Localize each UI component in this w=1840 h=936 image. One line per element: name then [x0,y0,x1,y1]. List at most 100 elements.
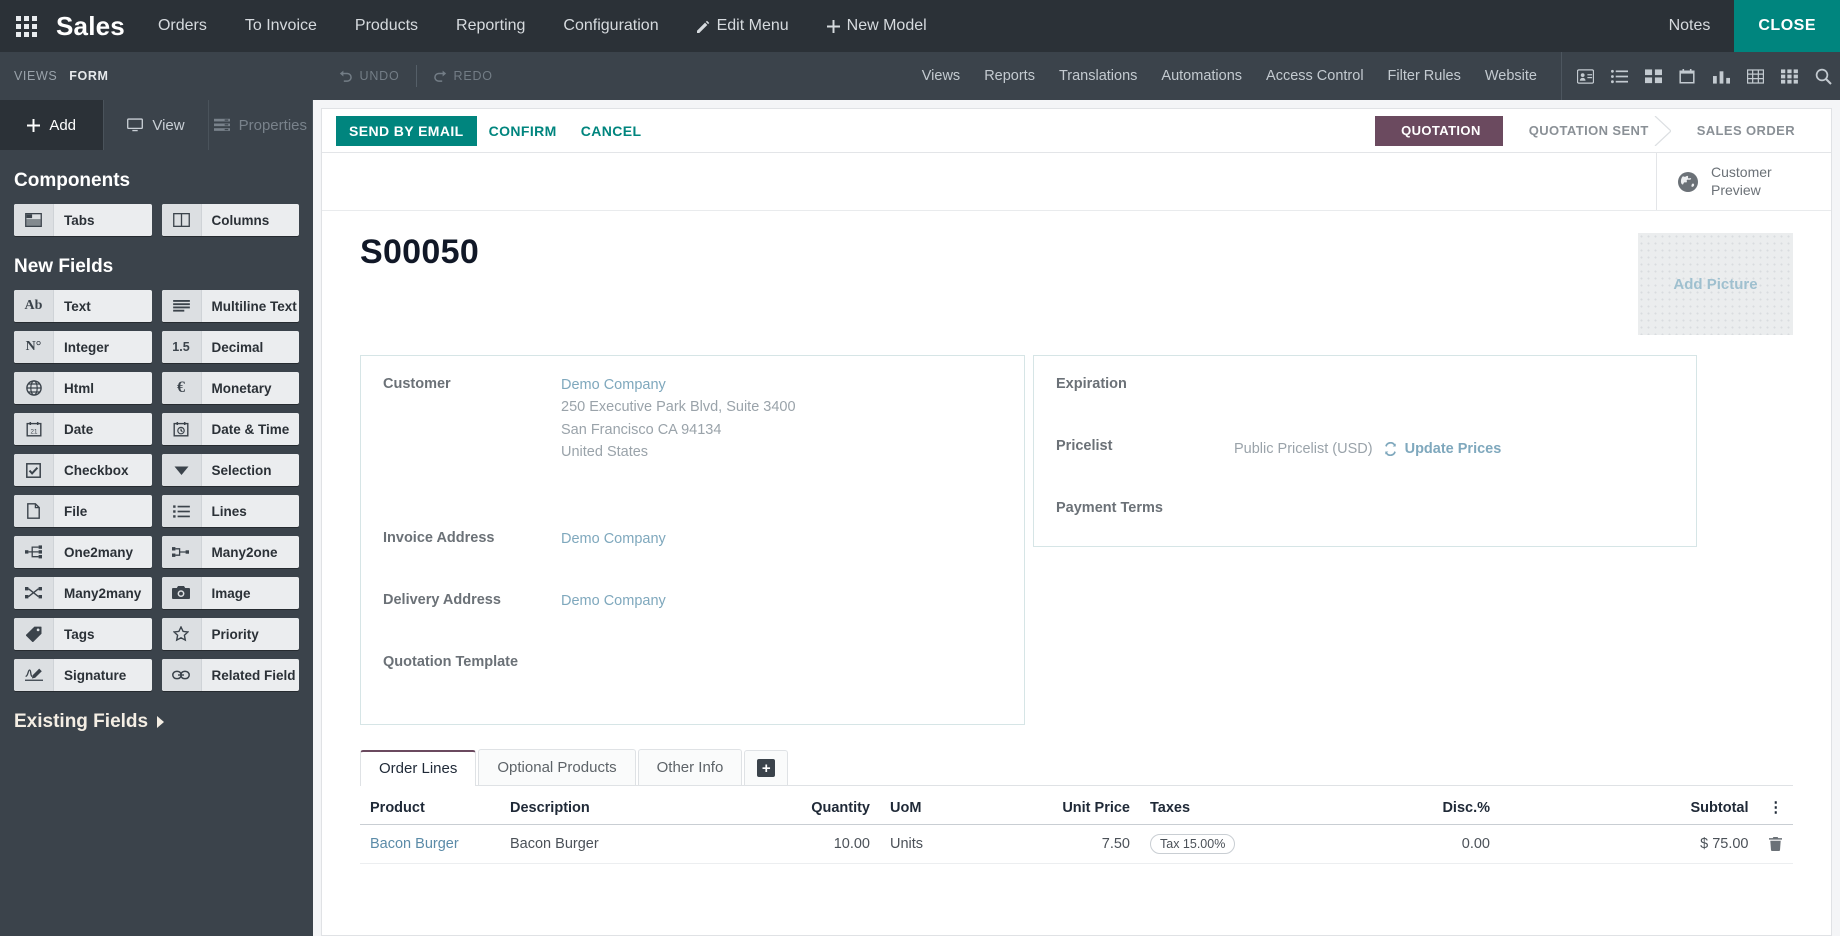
field-chip-multiline-text[interactable]: Multiline Text [161,290,299,322]
col-unit-price[interactable]: Unit Price [1010,792,1140,825]
cell-description[interactable]: Bacon Burger [500,824,750,864]
components-grid: Tabs Columns [14,204,299,236]
delivery-address-link[interactable]: Demo Company [561,593,666,609]
tax-badge[interactable]: Tax 15.00% [1150,834,1236,854]
redo-button[interactable]: REDO [417,69,509,83]
nav-item-configuration[interactable]: Configuration [544,0,677,52]
field-chip-image[interactable]: Image [161,577,299,609]
subbar-link-reports[interactable]: Reports [972,52,1047,100]
field-chip-text[interactable]: Ab Text [14,290,152,322]
tab-other-info[interactable]: Other Info [637,749,743,785]
cell-quantity[interactable]: 10.00 [750,824,880,864]
pricelist-value-text[interactable]: Public Pricelist (USD) [1234,438,1373,460]
trash-icon[interactable] [1758,824,1793,864]
subbar-link-automations[interactable]: Automations [1149,52,1254,100]
field-chip-checkbox[interactable]: Checkbox [14,454,152,486]
notebook: Order Lines Optional Products Other Info… [360,749,1793,864]
calendar-icon[interactable] [1670,52,1704,100]
notes-button[interactable]: Notes [1645,0,1735,52]
euro-icon: € [161,372,202,404]
field-chip-date[interactable]: 21 Date [14,413,152,445]
vertical-dots-icon[interactable]: ⋮ [1758,792,1793,825]
add-tab-button[interactable]: + [744,750,789,785]
col-disc[interactable]: Disc.% [1370,792,1500,825]
component-chip-tabs[interactable]: Tabs [14,204,152,236]
col-description[interactable]: Description [500,792,750,825]
list-icon[interactable] [1602,52,1636,100]
customer-preview-button[interactable]: Customer Preview [1656,153,1831,210]
graph-icon[interactable] [1704,52,1738,100]
customer-link[interactable]: Demo Company [561,377,666,393]
add-picture-placeholder[interactable]: Add Picture [1638,233,1793,335]
product-link[interactable]: Bacon Burger [370,836,459,852]
field-chip-decimal[interactable]: 1.5 Decimal [161,331,299,363]
cell-uom[interactable]: Units [880,824,1010,864]
grid-icon[interactable] [1772,52,1806,100]
kanban-icon[interactable] [1636,52,1670,100]
apps-menu-button[interactable] [0,0,52,52]
field-chip-many2one[interactable]: Many2one [161,536,299,568]
breadcrumb-views[interactable]: VIEWS [14,69,57,83]
sidebar-tab-add[interactable]: Add [0,100,105,150]
field-chip-html[interactable]: Html [14,372,152,404]
col-product[interactable]: Product [360,792,500,825]
field-pricelist-value: Public Pricelist (USD) Update Prices [1234,436,1501,462]
cancel-button[interactable]: CANCEL [569,116,654,146]
status-step-sales-order[interactable]: SALES ORDER [1670,115,1817,146]
field-chip-monetary[interactable]: € Monetary [161,372,299,404]
component-chip-columns[interactable]: Columns [161,204,299,236]
nav-item-new-model[interactable]: New Model [808,0,946,52]
field-chip-signature-label: Signature [64,667,127,683]
field-chip-integer[interactable]: N° Integer [14,331,152,363]
many2one-icon [161,536,202,568]
col-subtotal[interactable]: Subtotal [1500,792,1759,825]
subbar-link-views[interactable]: Views [910,52,972,100]
sidebar-tab-properties[interactable]: Properties [209,100,313,150]
status-step-quotation[interactable]: QUOTATION [1375,115,1504,146]
view-switcher [1561,52,1840,100]
undo-button[interactable]: UNDO [323,69,416,83]
send-by-email-button[interactable]: SEND BY EMAIL [336,115,477,146]
nav-item-to-invoice[interactable]: To Invoice [226,0,336,52]
field-chip-one2many[interactable]: One2many [14,536,152,568]
existing-fields-toggle[interactable]: Existing Fields [14,711,299,733]
subbar-link-access-control[interactable]: Access Control [1254,52,1376,100]
field-chip-date-time[interactable]: Date & Time [161,413,299,445]
cell-unit-price[interactable]: 7.50 [1010,824,1140,864]
field-chip-tags[interactable]: Tags [14,618,152,650]
confirm-button[interactable]: CONFIRM [477,116,569,146]
search-icon[interactable] [1806,52,1840,100]
field-chip-many2many[interactable]: Many2many [14,577,152,609]
cell-disc[interactable]: 0.00 [1370,824,1500,864]
field-chip-signature[interactable]: Signature [14,659,152,691]
subbar-link-filter-rules[interactable]: Filter Rules [1376,52,1473,100]
table-row[interactable]: Bacon Burger Bacon Burger 10.00 Units 7.… [360,824,1793,864]
col-quantity[interactable]: Quantity [750,792,880,825]
app-brand-sales[interactable]: Sales [52,0,139,52]
update-prices-button[interactable]: Update Prices [1383,438,1501,460]
field-chip-priority[interactable]: Priority [161,618,299,650]
col-taxes[interactable]: Taxes [1140,792,1370,825]
subbar-link-website[interactable]: Website [1473,52,1549,100]
sidebar-tab-view[interactable]: View [104,100,209,150]
link-icon [161,659,202,691]
tab-order-lines[interactable]: Order Lines [360,750,477,786]
nav-item-orders[interactable]: Orders [139,0,226,52]
col-uom[interactable]: UoM [880,792,1010,825]
nav-item-edit-menu[interactable]: Edit Menu [678,0,808,52]
close-studio-button[interactable]: CLOSE [1734,0,1840,52]
field-chip-selection[interactable]: Selection [161,454,299,486]
contact-card-icon[interactable] [1568,52,1602,100]
tab-optional-products[interactable]: Optional Products [478,749,636,785]
field-chip-file[interactable]: File [14,495,152,527]
pivot-icon[interactable] [1738,52,1772,100]
nav-item-reporting[interactable]: Reporting [437,0,544,52]
lines-icon [161,495,202,527]
top-navbar: Sales Orders To Invoice Products Reporti… [0,0,1840,52]
invoice-address-link[interactable]: Demo Company [561,531,666,547]
field-chip-related-field[interactable]: Related Field [161,659,299,691]
status-step-quotation-sent[interactable]: QUOTATION SENT [1502,115,1672,146]
subbar-link-translations[interactable]: Translations [1047,52,1149,100]
field-chip-lines[interactable]: Lines [161,495,299,527]
nav-item-products[interactable]: Products [336,0,437,52]
